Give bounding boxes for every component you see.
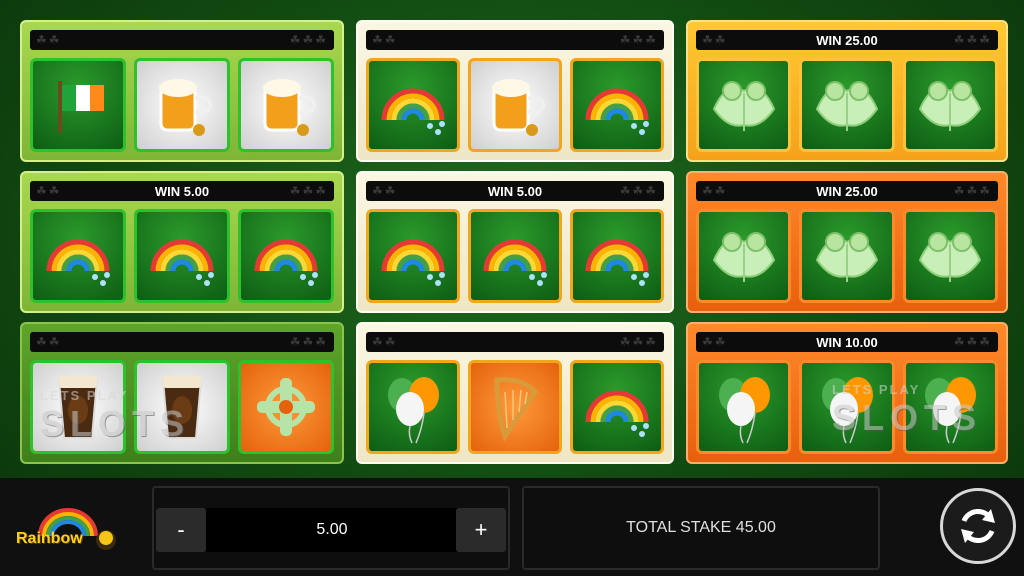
hops-symbol-icon xyxy=(799,58,895,152)
celtic-knot-symbol-icon xyxy=(238,360,334,454)
rainbow-symbol-icon xyxy=(134,209,230,303)
slot-machine: ☘☘ ☘☘☘ xyxy=(356,322,674,464)
watermark-top-text: LETS PLAY xyxy=(832,382,921,397)
clover-icon: ☘☘ xyxy=(702,33,728,47)
win-display: ☘☘ WIN 25.00 ☘☘☘ xyxy=(696,181,998,201)
win-amount: WIN 25.00 xyxy=(816,183,878,199)
win-display: ☘☘ WIN 10.00 ☘☘☘ xyxy=(696,332,998,352)
win-display: ☘☘ ☘☘☘ xyxy=(366,332,664,352)
clover-icon: ☘☘ xyxy=(702,184,728,198)
slot-machine: ☘☘ ☘☘☘ xyxy=(20,20,344,162)
hops-symbol-icon xyxy=(902,58,998,152)
reel-row xyxy=(30,209,334,303)
beer-symbol-icon xyxy=(134,58,230,152)
watermark-left: LETS PLAY SLOTS xyxy=(40,388,190,445)
refresh-icon xyxy=(961,508,995,544)
clover-icon: ☘☘ xyxy=(36,184,62,198)
hops-symbol-icon xyxy=(902,209,998,303)
total-stake: TOTAL STAKE 45.00 xyxy=(522,486,880,570)
stake-panel: - 5.00 + xyxy=(152,486,510,570)
slot-machine: ☘☘ WIN 5.00 ☘☘☘ xyxy=(20,171,344,313)
slot-machine: ☘☘ WIN 25.00 ☘☘☘ xyxy=(686,171,1008,313)
clover-icon: ☘☘☘ xyxy=(289,33,328,47)
win-amount: WIN 5.00 xyxy=(487,183,543,199)
rainbow-symbol-icon xyxy=(468,209,562,303)
reel-row xyxy=(696,209,998,303)
clover-icon: ☘☘ xyxy=(372,184,398,198)
flag-symbol-icon xyxy=(30,58,126,152)
clover-icon: ☘☘ xyxy=(36,335,62,349)
rainbow-symbol-icon xyxy=(366,209,460,303)
clover-icon: ☘☘☘ xyxy=(953,184,992,198)
reel-row xyxy=(366,209,664,303)
game-logo: Rainbow xyxy=(10,500,120,560)
clover-icon: ☘☘☘ xyxy=(619,33,658,47)
clover-icon: ☘☘☘ xyxy=(953,335,992,349)
slot-machine: ☘☘ WIN 5.00 ☘☘☘ xyxy=(356,171,674,313)
win-display: ☘☘ ☘☘☘ xyxy=(366,30,664,50)
slot-machine: ☘☘ WIN 25.00 ☘☘☘ xyxy=(686,20,1008,162)
win-display: ☘☘ ☘☘☘ xyxy=(30,332,334,352)
spin-button[interactable] xyxy=(940,488,1016,564)
beer-symbol-icon xyxy=(468,58,562,152)
beer-symbol-icon xyxy=(238,58,334,152)
reel-row xyxy=(366,58,664,152)
watermark-bottom-text: SLOTS xyxy=(40,403,191,444)
increase-stake-button[interactable]: + xyxy=(456,508,506,552)
control-bar: Rainbow - 5.00 + TOTAL STAKE 45.00 xyxy=(0,478,1024,576)
watermark-top-text: LETS PLAY xyxy=(40,388,129,403)
reel-row xyxy=(30,58,334,152)
rainbow-symbol-icon xyxy=(570,209,664,303)
win-amount: WIN 25.00 xyxy=(816,32,878,48)
win-amount: WIN 10.00 xyxy=(816,334,878,350)
decrease-stake-button[interactable]: - xyxy=(156,508,206,552)
clover-icon: ☘☘ xyxy=(702,335,728,349)
logo-text: Rainbow xyxy=(16,530,83,547)
rainbow-symbol-icon xyxy=(238,209,334,303)
balloons-symbol-icon xyxy=(366,360,460,454)
slot-machine: ☘☘ ☘☘☘ xyxy=(356,20,674,162)
rainbow-symbol-icon xyxy=(366,58,460,152)
reel-row xyxy=(696,58,998,152)
win-display: ☘☘ WIN 25.00 ☘☘☘ xyxy=(696,30,998,50)
clover-icon: ☘☘ xyxy=(36,33,62,47)
harp-symbol-icon xyxy=(468,360,562,454)
clover-icon: ☘☘ xyxy=(372,335,398,349)
reel-row xyxy=(366,360,664,454)
clover-icon: ☘☘☘ xyxy=(619,184,658,198)
clover-icon: ☘☘☘ xyxy=(289,184,328,198)
hops-symbol-icon xyxy=(696,209,792,303)
win-display: ☘☘ WIN 5.00 ☘☘☘ xyxy=(30,181,334,201)
clover-icon: ☘☘☘ xyxy=(289,335,328,349)
hops-symbol-icon xyxy=(696,58,792,152)
clover-icon: ☘☘ xyxy=(372,33,398,47)
hops-symbol-icon xyxy=(799,209,895,303)
win-display: ☘☘ WIN 5.00 ☘☘☘ xyxy=(366,181,664,201)
rainbow-symbol-icon xyxy=(570,360,664,454)
clover-icon: ☘☘☘ xyxy=(953,33,992,47)
rainbow-symbol-icon xyxy=(30,209,126,303)
clover-icon: ☘☘☘ xyxy=(619,335,658,349)
watermark-right: LETS PLAY SLOTS xyxy=(832,382,982,439)
stake-value: 5.00 xyxy=(206,508,458,552)
watermark-bottom-text: SLOTS xyxy=(832,397,983,438)
win-display: ☘☘ ☘☘☘ xyxy=(30,30,334,50)
rainbow-symbol-icon xyxy=(570,58,664,152)
win-amount: WIN 5.00 xyxy=(154,183,210,199)
balloons-symbol-icon xyxy=(696,360,792,454)
